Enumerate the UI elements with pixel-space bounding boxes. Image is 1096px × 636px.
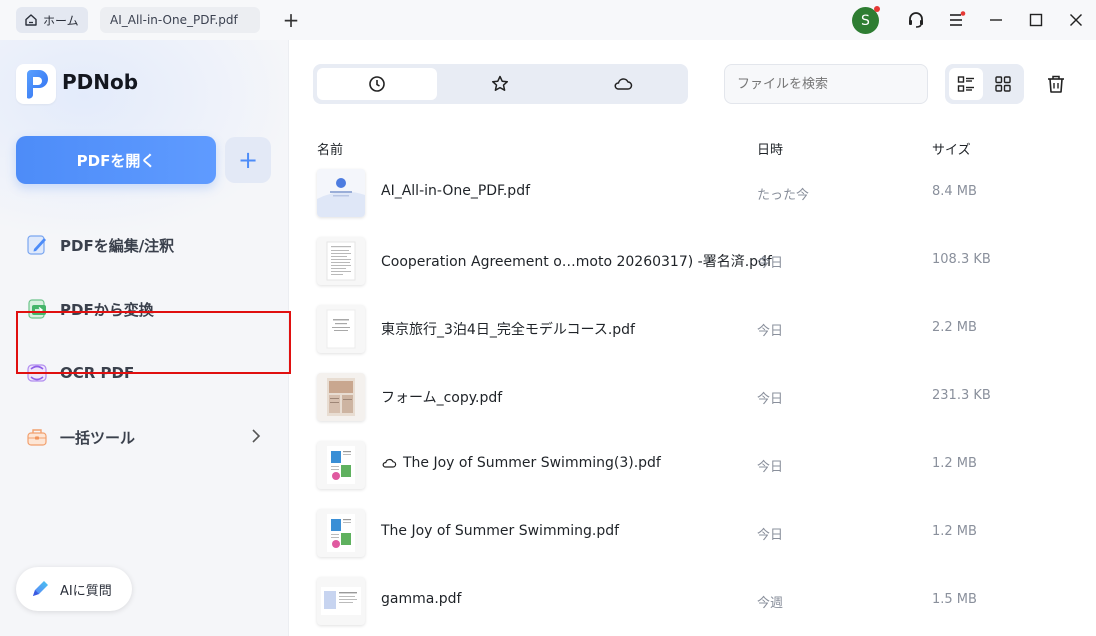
column-header-date[interactable]: 日時 (757, 139, 783, 158)
tab-favorites[interactable] (440, 68, 560, 100)
cloud-icon (382, 458, 397, 468)
table-row[interactable]: The Joy of Summer Swimming(3).pdf 今日 1.2… (300, 431, 1090, 499)
file-filter-tabs (313, 64, 688, 104)
cloud-icon (614, 78, 633, 90)
avatar-initial: S (861, 12, 870, 29)
table-row[interactable]: gamma.pdf 今週 1.5 MB (300, 567, 1090, 635)
table-row[interactable]: The Joy of Summer Swimming.pdf 今日 1.2 MB (300, 499, 1090, 567)
ask-ai-label: AIに質問 (60, 583, 112, 599)
file-size: 1.5 MB (932, 592, 977, 607)
toolbox-icon (24, 424, 50, 450)
file-thumbnail (317, 169, 365, 217)
menu-button[interactable] (944, 8, 968, 32)
avatar[interactable]: S (852, 6, 880, 34)
column-header-name[interactable]: 名前 (317, 139, 343, 158)
file-thumbnail (317, 305, 365, 353)
sidebar-item-batch-tools[interactable]: 一括ツール (24, 419, 274, 455)
table-row[interactable]: フォーム_copy.pdf 今日 231.3 KB (300, 363, 1090, 431)
file-thumbnail (317, 237, 365, 285)
new-tab-button[interactable]: + (280, 7, 302, 33)
file-name: 東京旅行_3泊4日_完全モデルコース.pdf (381, 322, 635, 338)
table-row[interactable]: Cooperation Agreement o…moto 20260317) -… (300, 227, 1090, 295)
file-name: gamma.pdf (381, 591, 462, 607)
app-logo (16, 64, 56, 104)
file-thumbnail (317, 441, 365, 489)
table-row[interactable]: AI_All-in-One_PDF.pdf たった今 8.4 MB (300, 159, 1090, 227)
add-button[interactable]: + (225, 137, 271, 183)
file-date: 今日 (757, 324, 784, 339)
open-pdf-button[interactable]: PDFを開く (16, 136, 216, 184)
close-button[interactable] (1064, 8, 1088, 32)
list-view-button[interactable] (949, 68, 983, 100)
file-size: 231.3 KB (932, 388, 991, 403)
search-input[interactable] (724, 64, 928, 104)
app-name: PDNob (62, 70, 139, 94)
file-name: The Joy of Summer Swimming(3).pdf (381, 455, 661, 471)
tab-file-label: AI_All-in-One_PDF.pdf (110, 13, 238, 27)
table-row[interactable]: 東京旅行_3泊4日_完全モデルコース.pdf 今日 2.2 MB (300, 295, 1090, 363)
clock-icon (369, 76, 385, 92)
file-size: 2.2 MB (932, 320, 977, 335)
file-date: たった今 (757, 188, 810, 203)
file-date: 今日 (757, 460, 784, 475)
title-bar: ホーム AI_All-in-One_PDF.pdf + S (0, 0, 1096, 40)
file-size: 1.2 MB (932, 524, 977, 539)
tab-cloud[interactable] (563, 68, 683, 100)
tab-recent[interactable] (317, 68, 437, 100)
file-thumbnail (317, 577, 365, 625)
file-name: フォーム_copy.pdf (381, 390, 503, 406)
trash-icon (1048, 75, 1064, 93)
view-toggle (945, 64, 1024, 104)
file-size: 108.3 KB (932, 252, 991, 267)
file-name: The Joy of Summer Swimming.pdf (381, 523, 620, 539)
minimize-button[interactable] (984, 8, 1008, 32)
sidebar-item-edit[interactable]: PDFを編集/注釈 (24, 227, 274, 263)
file-name: Cooperation Agreement o…moto 20260317) -… (381, 254, 772, 270)
file-thumbnail (317, 509, 365, 557)
chevron-right-icon (250, 428, 262, 448)
file-date: 今日 (757, 528, 784, 543)
file-thumbnail (317, 373, 365, 421)
grid-view-button[interactable] (986, 68, 1020, 100)
tab-home-label: ホーム (43, 13, 79, 28)
maximize-icon (1029, 13, 1043, 27)
support-button[interactable] (904, 8, 928, 32)
column-header-size[interactable]: サイズ (932, 139, 971, 158)
star-icon (491, 75, 509, 91)
trash-button[interactable] (1044, 72, 1068, 96)
highlight-box (16, 311, 291, 374)
minimize-icon (990, 19, 1002, 21)
close-icon (1070, 14, 1082, 26)
maximize-button[interactable] (1024, 8, 1048, 32)
sidebar-item-label: PDFを編集/注釈 (60, 236, 175, 255)
tab-file[interactable]: AI_All-in-One_PDF.pdf (100, 7, 260, 33)
file-size: 1.2 MB (932, 456, 977, 471)
file-date: 今週 (757, 596, 784, 611)
sidebar-item-label: 一括ツール (60, 428, 136, 447)
tab-home[interactable]: ホーム (16, 7, 88, 33)
headset-icon (909, 12, 923, 28)
file-name: AI_All-in-One_PDF.pdf (381, 183, 531, 199)
grid-view-icon (995, 76, 1011, 92)
menu-icon (950, 11, 966, 26)
home-icon (25, 14, 37, 26)
pdnob-logo-icon (27, 70, 48, 99)
file-date: 今日 (757, 256, 784, 271)
list-view-icon (957, 76, 974, 92)
notification-dot (874, 6, 880, 12)
ai-pen-icon (33, 581, 48, 596)
edit-icon (24, 232, 50, 258)
file-date: 今日 (757, 392, 784, 407)
ask-ai-button[interactable]: AIに質問 (16, 567, 132, 611)
file-size: 8.4 MB (932, 184, 977, 199)
